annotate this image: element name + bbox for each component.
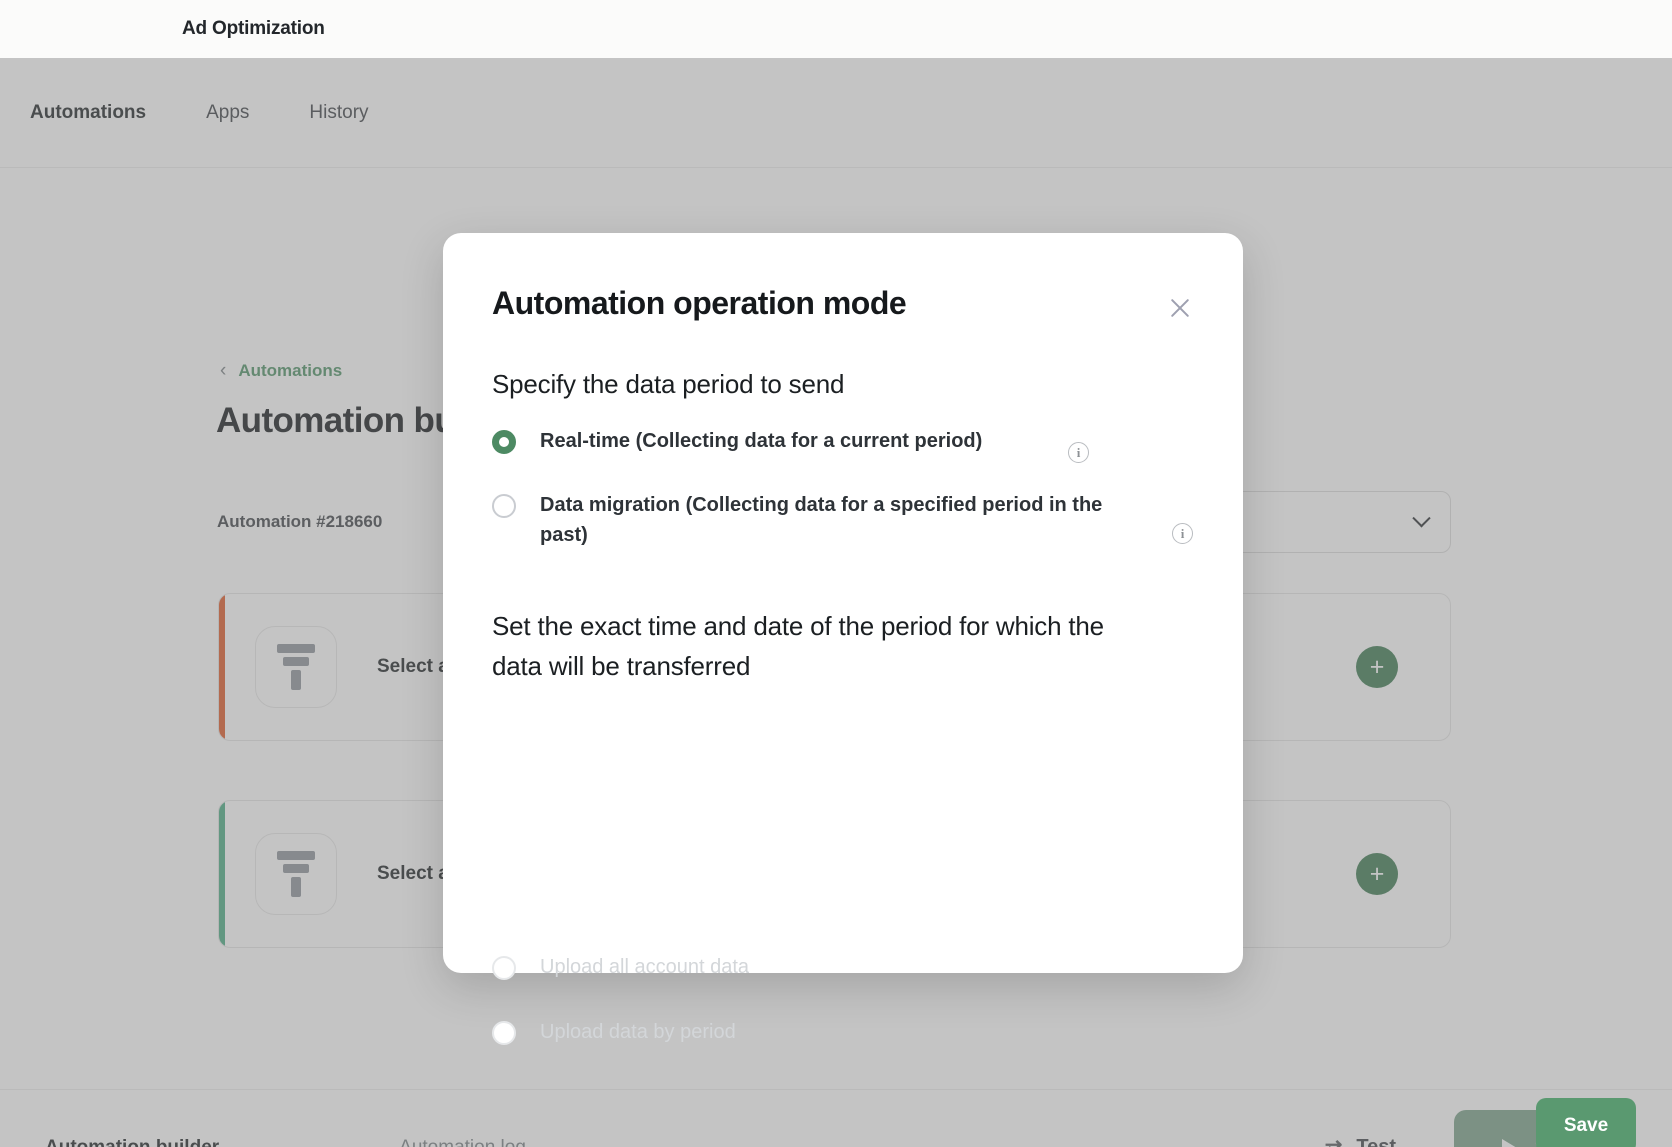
test-button[interactable]: ⇄ Test — [1325, 1136, 1396, 1147]
radio-option-upload-data-by-period[interactable]: Upload data by period — [492, 1018, 736, 1048]
close-icon[interactable] — [1166, 294, 1194, 322]
section-title-exact-time: Set the exact time and date of the perio… — [492, 607, 1152, 686]
app-title: Ad Optimization — [182, 18, 325, 40]
nav-tabs: Automations Apps History — [0, 58, 1672, 168]
card-accent-bar — [219, 801, 225, 948]
breadcrumb: ‹ Automations — [220, 361, 342, 381]
app-root: Ad Optimization Automations Apps History… — [0, 0, 1672, 1147]
test-button-label: Test — [1356, 1136, 1396, 1147]
radio-indicator-upload-all-account-data[interactable] — [492, 956, 516, 980]
save-button[interactable]: Save — [1536, 1098, 1636, 1147]
radio-label-upload-all-account-data: Upload all account data — [540, 953, 749, 983]
chevron-down-icon — [1412, 509, 1430, 527]
tab-history[interactable]: History — [309, 102, 368, 124]
tab-automations[interactable]: Automations — [30, 102, 146, 124]
modal-title: Automation operation mode — [492, 285, 906, 322]
swap-arrows-icon: ⇄ — [1325, 1137, 1343, 1147]
radio-indicator-upload-data-by-period[interactable] — [492, 1021, 516, 1045]
chevron-left-icon[interactable]: ‹ — [220, 361, 226, 380]
modal-header: Automation operation mode — [492, 285, 1194, 322]
card-accent-bar — [219, 594, 225, 741]
radio-label-upload-data-by-period: Upload data by period — [540, 1018, 736, 1048]
play-icon — [1502, 1139, 1517, 1147]
bottom-bar: Automation builder Automation log ⇄ Test… — [0, 1089, 1672, 1147]
filter-icon — [255, 626, 337, 708]
radio-option-data-migration[interactable]: Data migration (Collecting data for a sp… — [492, 491, 1150, 550]
radio-label-real-time: Real-time (Collecting data for a current… — [540, 427, 982, 457]
info-icon[interactable]: i — [1068, 442, 1089, 463]
radio-option-upload-all-account-data[interactable]: Upload all account data — [492, 953, 749, 983]
tab-apps[interactable]: Apps — [206, 102, 249, 124]
radio-label-data-migration: Data migration (Collecting data for a sp… — [540, 491, 1150, 550]
radio-indicator-real-time[interactable] — [492, 430, 516, 454]
plus-icon[interactable]: + — [1356, 646, 1398, 688]
filter-icon — [255, 833, 337, 915]
breadcrumb-link-automations[interactable]: Automations — [238, 361, 342, 381]
section-title-data-period: Specify the data period to send — [492, 365, 844, 405]
info-icon[interactable]: i — [1172, 523, 1193, 544]
radio-option-real-time[interactable]: Real-time (Collecting data for a current… — [492, 427, 982, 457]
tab-automation-builder[interactable]: Automation builder — [45, 1137, 219, 1147]
app-topbar: Ad Optimization — [0, 0, 1672, 58]
automation-operation-mode-dialog: Automation operation mode Specify the da… — [443, 233, 1243, 973]
automation-id-label: Automation #218660 — [217, 512, 382, 532]
tab-automation-log[interactable]: Automation log — [399, 1137, 526, 1147]
plus-icon[interactable]: + — [1356, 853, 1398, 895]
radio-indicator-data-migration[interactable] — [492, 494, 516, 518]
